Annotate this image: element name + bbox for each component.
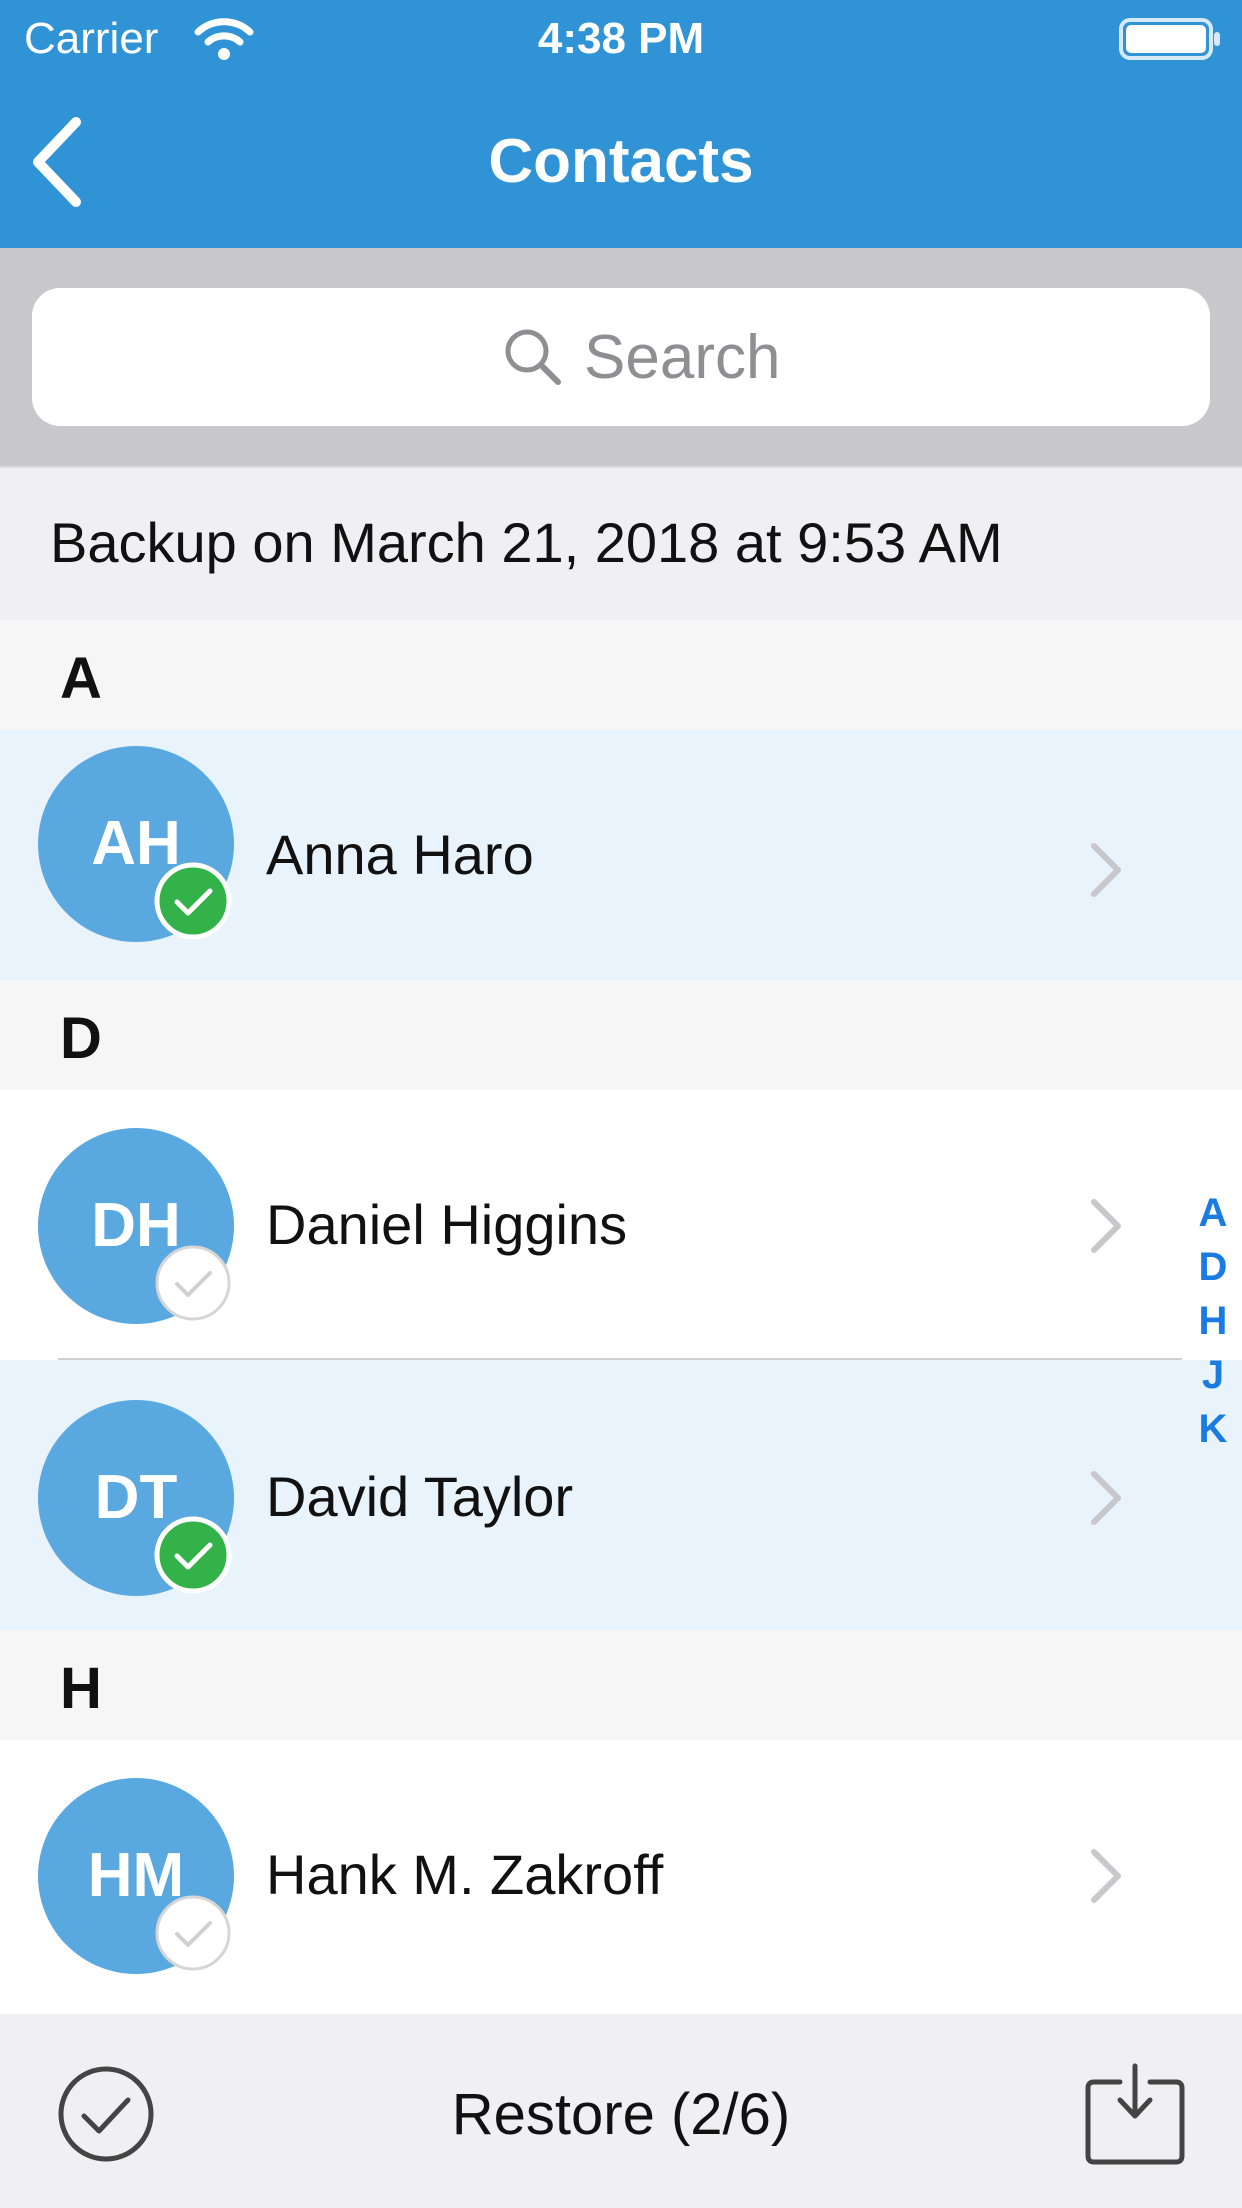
search-field-container[interactable] — [32, 288, 1210, 426]
checkmark-unselected-icon[interactable] — [154, 1894, 232, 1972]
battery-icon — [1119, 18, 1220, 60]
header: Carrier 4:38 PM Contacts — [0, 0, 1242, 248]
chevron-right-icon — [1091, 1199, 1121, 1253]
section-header-h: H — [0, 1630, 1242, 1740]
avatar: AH — [38, 746, 234, 942]
select-all-button[interactable] — [56, 2064, 156, 2164]
checkmark-selected-icon[interactable] — [154, 1516, 232, 1594]
contact-row-hank-m-zakroff[interactable]: HM Hank M. Zakroff — [0, 1740, 1242, 2014]
chevron-right-icon — [1091, 843, 1121, 897]
chevron-right-icon — [1091, 1471, 1121, 1525]
index-letter-h[interactable]: H — [1190, 1294, 1236, 1348]
chevron-right-icon — [1091, 1849, 1121, 1903]
search-input[interactable] — [584, 288, 1144, 426]
checkmark-selected-icon[interactable] — [154, 862, 232, 940]
index-letter-j[interactable]: J — [1190, 1348, 1236, 1402]
section-letter: D — [60, 1006, 102, 1071]
status-bar: Carrier 4:38 PM — [0, 0, 1242, 80]
contact-name: Hank M. Zakroff — [266, 1843, 664, 1906]
avatar: DH — [38, 1128, 234, 1324]
backup-date-label: Backup on March 21, 2018 at 9:53 AM — [50, 511, 1003, 574]
index-letter-a[interactable]: A — [1190, 1186, 1236, 1240]
section-header-d: D — [0, 980, 1242, 1090]
search-bar — [0, 248, 1242, 466]
nav-bar: Contacts — [0, 80, 1242, 248]
backup-info-banner: Backup on March 21, 2018 at 9:53 AM — [0, 466, 1242, 620]
section-letter: H — [60, 1656, 102, 1721]
download-button[interactable] — [1084, 2062, 1186, 2166]
status-time: 4:38 PM — [537, 14, 705, 63]
avatar: DT — [38, 1400, 234, 1596]
bottom-toolbar: Restore (2/6) — [0, 2014, 1242, 2208]
search-icon — [505, 329, 561, 385]
avatar: HM — [38, 1778, 234, 1974]
restore-button[interactable]: Restore (2/6) — [371, 2070, 871, 2160]
section-index-bar[interactable]: A D H J K — [1190, 1186, 1236, 1456]
contact-name: David Taylor — [266, 1465, 574, 1528]
index-letter-k[interactable]: K — [1190, 1402, 1236, 1456]
contact-name: Anna Haro — [266, 823, 534, 886]
contact-row-anna-haro[interactable]: AH Anna Haro — [0, 730, 1242, 980]
section-letter: A — [60, 646, 102, 711]
index-letter-d[interactable]: D — [1190, 1240, 1236, 1294]
page-title: Contacts — [488, 127, 754, 196]
checkmark-unselected-icon[interactable] — [154, 1244, 232, 1322]
contact-row-david-taylor[interactable]: DT David Taylor — [0, 1360, 1242, 1630]
contact-row-daniel-higgins[interactable]: DH Daniel Higgins — [0, 1090, 1242, 1360]
section-header-a: A — [0, 620, 1242, 730]
contact-name: Daniel Higgins — [266, 1193, 628, 1256]
